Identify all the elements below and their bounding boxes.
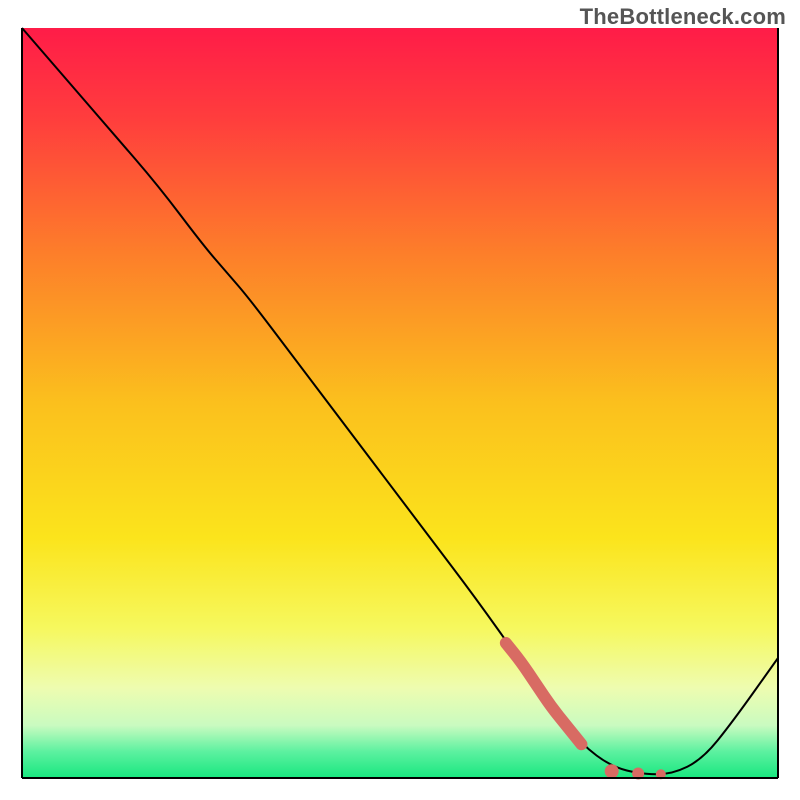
chart-container: TheBottleneck.com [0, 0, 800, 800]
gradient-background [22, 28, 778, 778]
bottleneck-chart [0, 0, 800, 800]
watermark-text: TheBottleneck.com [580, 4, 786, 30]
highlight-dot-1 [605, 764, 619, 778]
